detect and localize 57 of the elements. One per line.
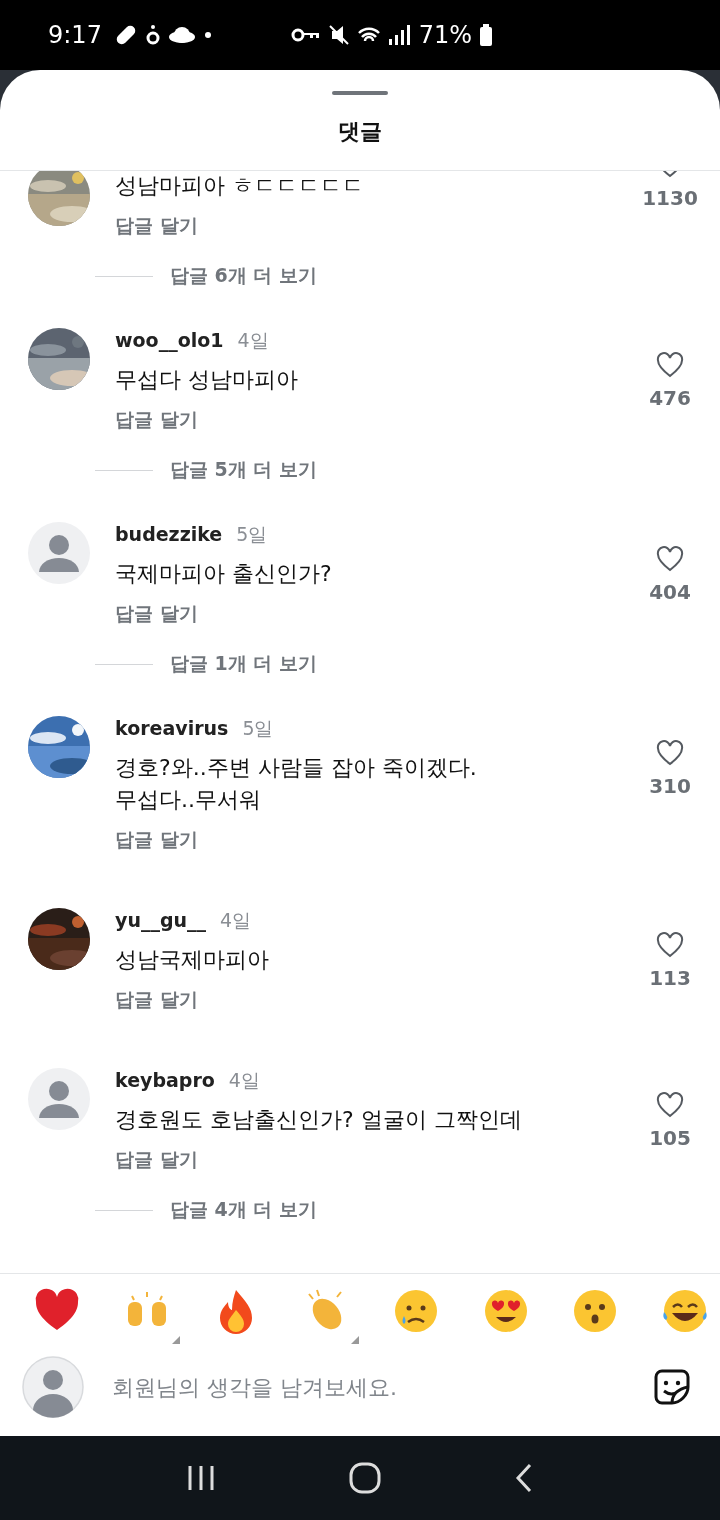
reply-link[interactable]: 답글 달기 [115, 1145, 198, 1173]
reply-link[interactable]: 답글 달기 [115, 211, 198, 239]
view-replies-link[interactable]: 답글 6개 더 보기 [170, 263, 318, 289]
comment-age: 5일 [236, 522, 268, 547]
battery-icon [480, 24, 492, 46]
default-avatar-icon [22, 1356, 84, 1418]
reply-link[interactable]: 답글 달기 [115, 825, 198, 853]
username[interactable]: koreavirus [115, 717, 229, 739]
like-count: 476 [649, 386, 691, 410]
comment-age: 4일 [237, 328, 269, 353]
comment-text: 무섭다 성남마피아 [115, 366, 299, 394]
username[interactable]: woo__olo1 [115, 329, 224, 351]
comment-age: 4일 [220, 908, 252, 933]
dot-icon [203, 31, 212, 39]
notification-icon [145, 24, 160, 46]
default-avatar-icon [28, 1068, 90, 1130]
recent-apps-icon[interactable] [186, 1464, 217, 1492]
view-replies-link[interactable]: 답글 4개 더 보기 [170, 1197, 318, 1223]
like-count: 404 [649, 580, 691, 604]
reply-link[interactable]: 답글 달기 [115, 405, 198, 433]
heart-icon[interactable] [656, 1092, 684, 1118]
like-count: 310 [649, 774, 691, 798]
sheet-title: 댓글 [338, 118, 382, 146]
comment-text: 성남마피아 ㅎㄷㄷㄷㄷㄷ [115, 172, 365, 200]
default-avatar-icon [28, 522, 90, 584]
sticker-icon[interactable] [652, 1367, 692, 1407]
comment-input-field[interactable]: 회원님의 생각을 남겨보세요. [110, 1373, 652, 1401]
signal-icon [388, 25, 411, 45]
comment-text: 성남국제마피아 [115, 946, 270, 974]
comment-text: 국제마피아 출신인가? [115, 560, 333, 588]
username[interactable]: keybapro [115, 1069, 215, 1091]
like-count: 1130 [642, 186, 698, 210]
comment-text: 경호?와..주변 사람들 잡아 죽이겠다. 무섭다..무서워 [115, 754, 478, 814]
clock-time: 9:17 [48, 21, 102, 49]
back-icon[interactable] [513, 1463, 534, 1493]
battery-percentage: 71% [418, 21, 472, 49]
view-replies-link[interactable]: 답글 1개 더 보기 [170, 651, 318, 677]
view-replies-link[interactable]: 답글 5개 더 보기 [170, 457, 318, 483]
reply-link[interactable]: 답글 달기 [115, 985, 198, 1013]
heart-icon[interactable] [656, 932, 684, 958]
heart-icon[interactable] [656, 546, 684, 572]
mute-icon [328, 24, 349, 46]
home-icon[interactable] [349, 1462, 381, 1494]
username[interactable]: yu__gu__ [115, 909, 207, 931]
username[interactable]: budezzike [115, 523, 223, 545]
like-count: 105 [649, 1126, 691, 1150]
drag-handle[interactable] [332, 91, 388, 95]
reply-link[interactable]: 답글 달기 [115, 599, 198, 627]
heart-icon[interactable] [656, 740, 684, 766]
key-icon [290, 27, 321, 43]
wifi-icon [356, 26, 381, 44]
heart-icon[interactable] [656, 352, 684, 378]
comment-age: 5일 [242, 716, 274, 741]
like-count: 113 [649, 966, 691, 990]
comment-age: 4일 [228, 1068, 260, 1093]
planet-icon [167, 25, 196, 45]
comment-text: 경호원도 호남출신인가? 얼굴이 그짝인데 [115, 1106, 523, 1134]
